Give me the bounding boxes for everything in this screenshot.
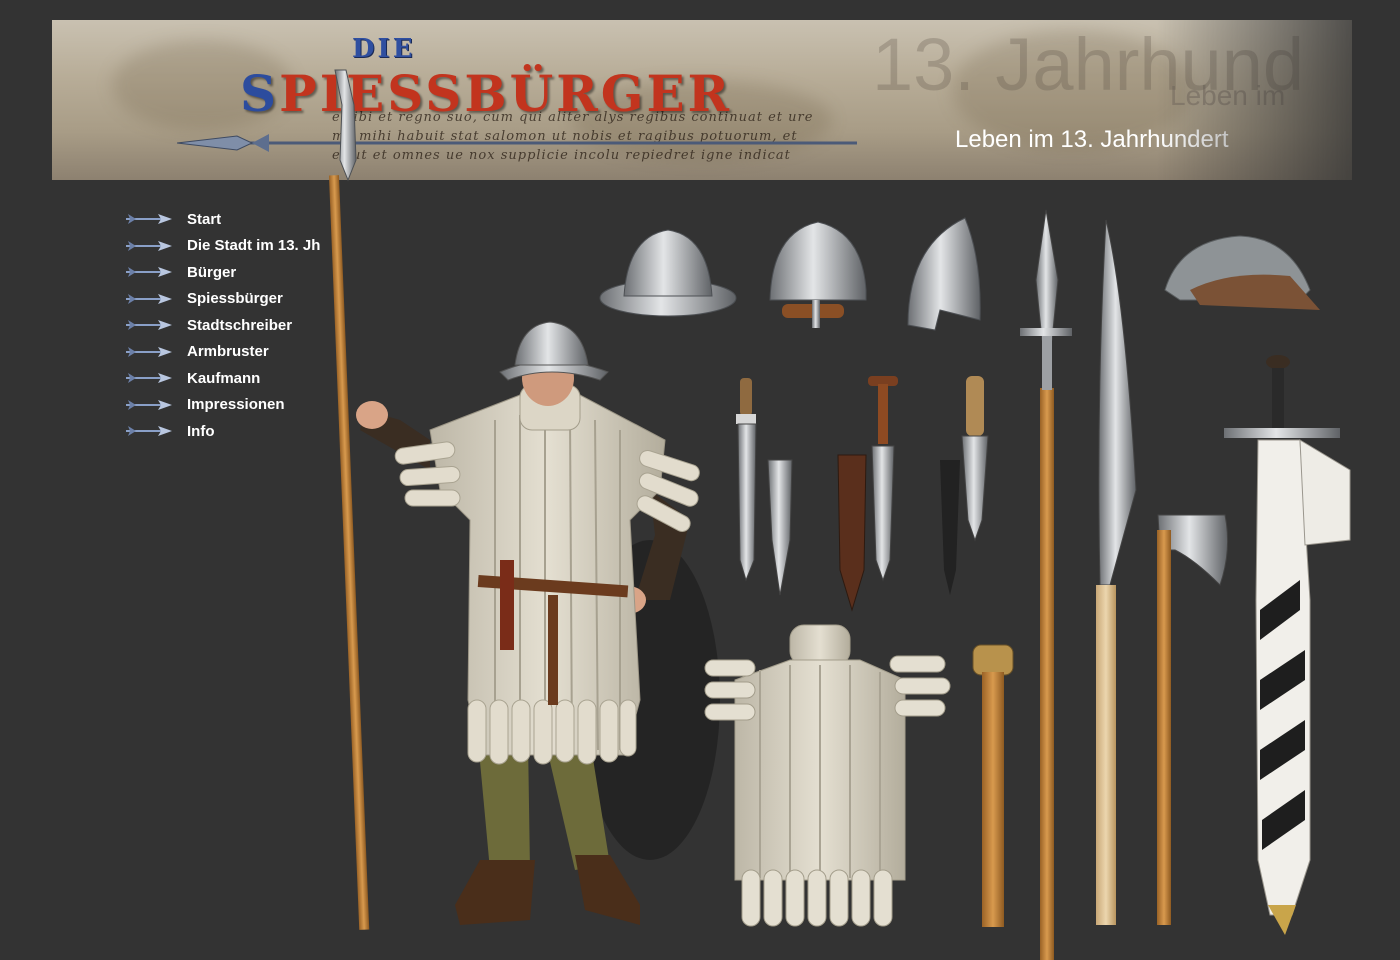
- mace: [972, 644, 1014, 927]
- dagger-3: [868, 376, 898, 582]
- dagger-4: [940, 376, 989, 595]
- dagger-2: [837, 454, 867, 612]
- kettle-helmet: [599, 229, 737, 317]
- conical-helmet: [907, 217, 981, 331]
- equipment-illustration: [328, 69, 1351, 960]
- mail-coif: [1164, 235, 1320, 310]
- soldier-spear: [328, 69, 370, 930]
- winged-spear: [1020, 209, 1072, 960]
- nasal-helmet: [769, 221, 867, 328]
- glaive: [1096, 219, 1137, 925]
- dagger-1: [736, 378, 757, 582]
- dagger-scabbard-1: [767, 459, 793, 596]
- sword-in-scabbard: [1224, 355, 1351, 935]
- padded-gambeson: [704, 624, 951, 927]
- axe: [1157, 514, 1229, 925]
